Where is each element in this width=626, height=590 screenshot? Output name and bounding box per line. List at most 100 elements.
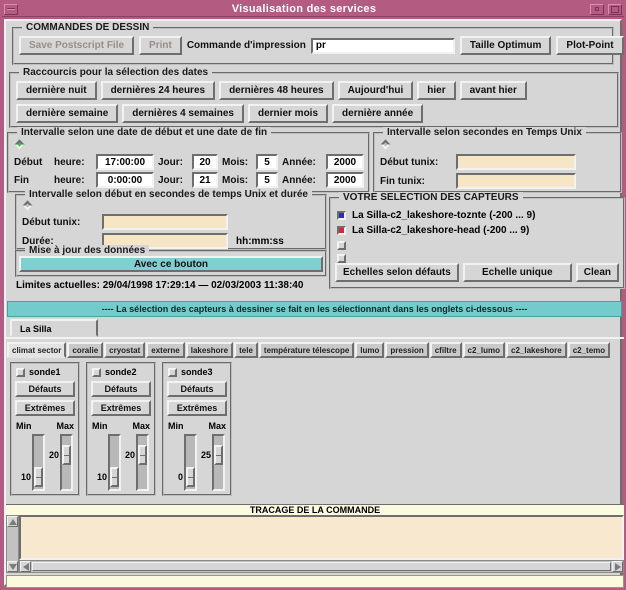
sonde1-checkbox[interactable] <box>16 368 25 377</box>
scroll-up-button[interactable] <box>7 516 18 527</box>
fin-heure-input[interactable] <box>96 172 154 188</box>
limites-actuelles-text: Limites actuelles: 29/04/1998 17:29:14 —… <box>16 280 303 291</box>
avant-hier-button[interactable]: avant hier <box>460 81 527 100</box>
sonde2-label: sonde2 <box>105 367 137 377</box>
debut-tunix-input[interactable] <box>456 154 576 170</box>
capteur-checkbox-4[interactable] <box>337 254 346 263</box>
debut-mois-input[interactable] <box>256 154 278 170</box>
taille-optimum-button[interactable]: Taille Optimum <box>460 36 552 55</box>
fin-tunix-input[interactable] <box>456 173 576 189</box>
sonde1-max-slider[interactable] <box>60 434 73 491</box>
frame-mise-a-jour: Mise à jour des données Avec ce bouton <box>15 250 327 277</box>
sonde2-min-slider-handle[interactable] <box>110 467 119 487</box>
fin-tunix-label: Fin tunix: <box>380 176 456 187</box>
sonde3-min-slider-handle[interactable] <box>186 467 195 487</box>
clean-button[interactable]: Clean <box>576 263 619 282</box>
sonde2-min-label: Min <box>92 421 108 431</box>
dernieres-4-semaines-button[interactable]: dernières 4 semaines <box>122 104 244 123</box>
tab-climat-sector[interactable]: climat sector <box>7 342 66 358</box>
sonde2-max-slider[interactable] <box>136 434 149 491</box>
tab-pression[interactable]: pression <box>385 342 428 358</box>
capteur-checkbox-1[interactable] <box>337 211 346 220</box>
intervalle-duree-radio[interactable] <box>23 201 33 211</box>
scroll-down-button[interactable] <box>7 561 18 572</box>
sonde1-min-label: Min <box>16 421 32 431</box>
save-postscript-button[interactable]: Save Postscript File <box>19 36 134 55</box>
frame-intervalle-unix: Intervalle selon secondes en Temps Unix … <box>373 132 622 193</box>
tab-cryostat[interactable]: cryostat <box>104 342 145 358</box>
scroll-left-button[interactable] <box>20 561 31 572</box>
fin-annee-input[interactable] <box>326 172 364 188</box>
tracage-horizontal-scrollbar[interactable] <box>19 560 624 573</box>
sonde2-extremes-button[interactable]: Extrêmes <box>91 400 151 416</box>
hier-button[interactable]: hier <box>417 81 455 100</box>
debut-heure-input[interactable] <box>96 154 154 170</box>
sonde1-min-slider[interactable] <box>32 434 45 491</box>
sonde2-min-slider[interactable] <box>108 434 121 491</box>
sonde2-checkbox[interactable] <box>92 368 101 377</box>
sonde1-min-slider-handle[interactable] <box>34 467 43 487</box>
tab-c2-temo[interactable]: c2_temo <box>568 342 610 358</box>
dernier-mois-button[interactable]: dernier mois <box>248 104 328 123</box>
scroll-right-button[interactable] <box>612 561 623 572</box>
tab-lakeshore[interactable]: lakeshore <box>186 342 233 358</box>
dernieres-24h-button[interactable]: dernières 24 heures <box>101 81 216 100</box>
sonde1-extremes-button[interactable]: Extrêmes <box>15 400 75 416</box>
intervalle-unix-radio[interactable] <box>381 140 391 150</box>
tracage-textarea[interactable] <box>19 515 624 560</box>
frame-intervalle-date-legend: Intervalle selon une date de début et un… <box>17 127 271 138</box>
capteur-checkbox-2[interactable] <box>337 226 346 235</box>
tab-coralie[interactable]: coralie <box>67 342 103 358</box>
tab-lumo[interactable]: lumo <box>355 342 384 358</box>
tracage-vertical-scrollbar[interactable] <box>6 515 19 573</box>
horizontal-scroll-thumb[interactable] <box>32 562 611 571</box>
sonde2-max-slider-handle[interactable] <box>138 445 147 465</box>
echelles-selon-defauts-button[interactable]: Echelles selon défauts <box>335 263 459 282</box>
debut-jour-input[interactable] <box>192 154 218 170</box>
tab-externe[interactable]: externe <box>146 342 184 358</box>
sonde3-extremes-button[interactable]: Extrêmes <box>167 400 227 416</box>
print-button[interactable]: Print <box>139 36 182 55</box>
echelle-unique-button[interactable]: Echelle unique <box>463 263 572 282</box>
plot-point-button[interactable]: Plot-Point <box>556 36 623 55</box>
sonde1-max-slider-handle[interactable] <box>62 445 71 465</box>
capteur-label-2: La Silla-c2_lakeshore-head (-200 ... 9) <box>352 225 529 236</box>
intervalle-date-radio[interactable] <box>15 140 25 150</box>
tab-c2-lumo[interactable]: c2_lumo <box>463 342 505 358</box>
sonde3-defauts-button[interactable]: Défauts <box>167 381 227 397</box>
avec-ce-bouton-button[interactable]: Avec ce bouton <box>19 256 323 272</box>
sonde1-min-value: 10 <box>15 472 31 482</box>
commande-impression-input[interactable] <box>311 38 455 54</box>
sonde1-defauts-button[interactable]: Défauts <box>15 381 75 397</box>
sonde2-defauts-button[interactable]: Défauts <box>91 381 151 397</box>
tab-temperature-telescope[interactable]: température télescope <box>259 342 354 358</box>
sonde3-checkbox[interactable] <box>168 368 177 377</box>
sonde3-max-slider-handle[interactable] <box>214 445 223 465</box>
tab-c2-lakeshore[interactable]: c2_lakeshore <box>506 342 567 358</box>
sonde3-min-value: 0 <box>167 472 183 482</box>
duree-debut-tunix-input[interactable] <box>102 214 228 230</box>
sonde2-min-value: 10 <box>91 472 107 482</box>
fin-jour-input[interactable] <box>192 172 218 188</box>
minimize-button[interactable] <box>590 4 604 15</box>
minimize-icon <box>595 7 599 11</box>
maximize-button[interactable] <box>608 4 622 15</box>
sonde3-min-slider[interactable] <box>184 434 197 491</box>
dernieres-48h-button[interactable]: dernières 48 heures <box>219 81 334 100</box>
capteur-checkbox-3[interactable] <box>337 241 346 250</box>
sonde3-max-slider[interactable] <box>212 434 225 491</box>
tab-tele[interactable]: tele <box>234 342 258 358</box>
fin-mois-label: Mois: <box>222 175 252 186</box>
title-bar[interactable]: Visualisation des services <box>2 2 624 17</box>
notebook-divider <box>6 337 624 339</box>
aujourdhui-button[interactable]: Aujourd'hui <box>338 81 414 100</box>
tab-cfiltre[interactable]: cfiltre <box>430 342 462 358</box>
debut-annee-input[interactable] <box>326 154 364 170</box>
derniere-nuit-button[interactable]: dernière nuit <box>16 81 97 100</box>
fin-mois-input[interactable] <box>256 172 278 188</box>
debut-tunix-label: Début tunix: <box>380 157 456 168</box>
tab-la-silla[interactable]: La Silla <box>10 319 98 337</box>
derniere-semaine-button[interactable]: dernière semaine <box>16 104 118 123</box>
window-menu-button[interactable] <box>4 4 18 15</box>
derniere-annee-button[interactable]: dernière année <box>332 104 423 123</box>
